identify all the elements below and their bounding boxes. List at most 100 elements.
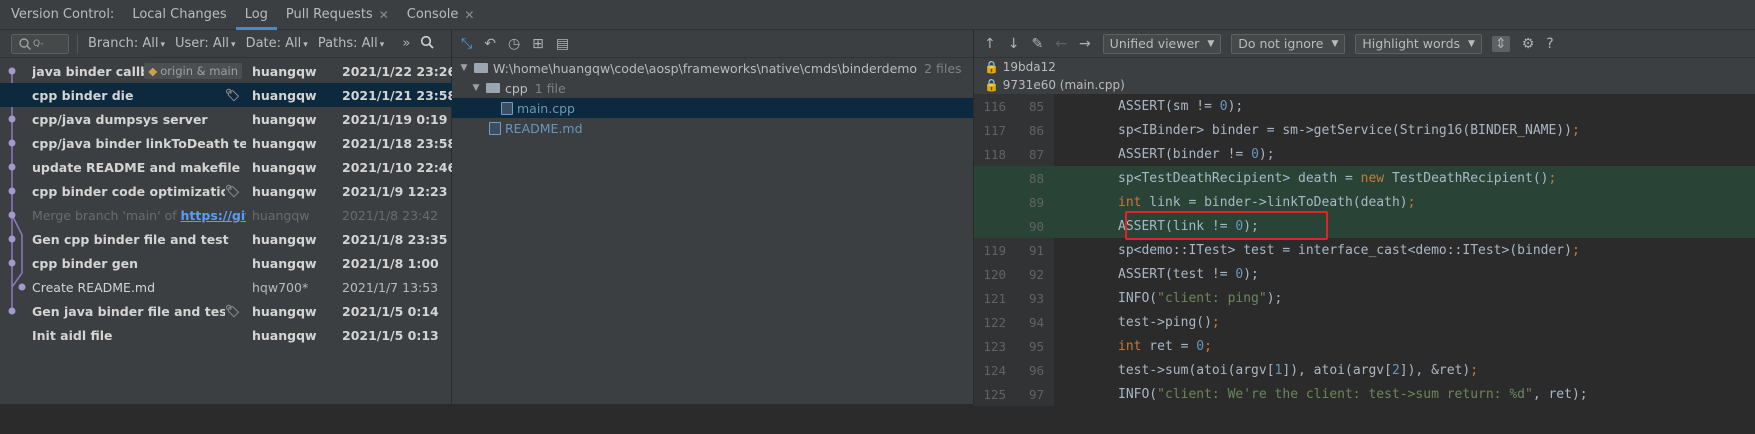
merge-message: Merge branch 'main' of [32,207,181,223]
line-gutter: 89 [974,190,1054,214]
viewer-label: Unified viewer [1109,36,1200,51]
group-by-icon[interactable]: ⊞ [532,36,544,52]
new-line-number: 90 [1028,218,1044,234]
left-revision: 🔒 19bda12 [984,58,1755,76]
edit-icon[interactable]: ✎ [1031,36,1043,52]
commit-row[interactable]: update README and makefile huangqw 2021/… [0,155,456,179]
more-actions-icon[interactable]: » [402,36,410,51]
collapse-arrows-icon[interactable]: ⤡ [461,36,472,52]
log-search-input[interactable]: Q- [11,33,69,54]
date-filter[interactable]: Date: All ▾ [246,36,308,51]
commit-row[interactable]: Gen java binder file and test 🏷 huangqw 2… [0,299,452,323]
diff-line: 119 91 sp<demo::ITest> test = interface_ca… [974,238,1755,262]
line-gutter: 122 94 [974,310,1054,334]
old-line-number: 125 [983,386,1006,402]
commit-row[interactable]: cpp/java dumpsys server huangqw 2021/1/1… [0,107,452,131]
code-text: ASSERT(sm != 0); [1118,98,1244,114]
collapse-unchanged-icon[interactable]: ⇕ [1491,35,1510,52]
old-line-number: 121 [983,290,1006,306]
commit-message: java binder callback ◆origin & main [32,63,246,79]
tree-file-selected[interactable]: main.cpp [452,98,973,118]
commit-row[interactable]: cpp/java binder linkToDeath test huangqw… [0,131,456,155]
user-filter[interactable]: User: All ▾ [175,36,236,51]
code-text: ASSERT(link != 0); [1118,218,1259,234]
new-line-number: 85 [1028,98,1044,114]
tab-console[interactable]: Console ✕ [398,0,484,30]
commit-row[interactable]: cpp binder code optimization 🏷 huangqw 20… [0,179,452,203]
diff-line: 121 93 INFO("client: ping"); [974,286,1755,310]
line-gutter: 90 [974,214,1054,238]
branch-filter[interactable]: Branch: All ▾ [88,36,165,51]
commit-author: huangqw [252,183,317,199]
branch-refs-badge: ◆ origin & main [144,63,242,79]
commit-message-text: java binder callback [32,63,144,79]
viewer-dropdown[interactable]: Unified viewer ▼ [1102,33,1222,54]
commit-row[interactable]: java binder callback ◆origin & main huan… [0,59,456,83]
arrow-right-icon[interactable]: → [1079,36,1091,52]
close-icon[interactable]: ✕ [379,8,389,22]
old-line-number: 119 [983,242,1006,258]
commit-date: 2021/1/18 23:58 [342,135,457,151]
lock-icon: 🔒 [984,60,999,74]
tab-label: Console [406,7,459,22]
line-gutter: 121 93 [974,286,1054,310]
diff-toolbar: ↑ ↓ ✎ ← → Unified viewer ▼ Do not ignore ▼… [974,30,1755,58]
commit-message-text: Gen java binder file and test [32,303,225,319]
code-text: int ret = 0; [1118,338,1212,354]
tree-file[interactable]: README.md [452,118,973,138]
line-gutter: 118 87 [974,142,1054,166]
commit-row[interactable]: Merge branch 'main' of https://github hu… [0,203,452,227]
diff-line-added: 90 ASSERT(link != 0); [974,214,1755,238]
commit-date: 2021/1/8 23:42 [342,207,439,223]
revert-icon[interactable]: ↶ [484,36,496,52]
tab-label: Local Changes [132,7,227,22]
commit-message: update README and makefile [32,160,246,175]
arrow-up-icon[interactable]: ↑ [984,36,996,52]
line-gutter: 119 91 [974,238,1054,262]
commit-message: cpp/java binder linkToDeath test [32,136,246,151]
new-line-number: 93 [1028,290,1044,306]
diff-line: 123 95 int ret = 0; [974,334,1755,358]
commit-row-selected[interactable]: cpp binder die 🏷 huangqw 2021/1/21 23:58 [0,83,456,107]
commit-row[interactable]: cpp binder gen huangqw 2021/1/8 1:00 [0,251,452,275]
commit-message: Gen cpp binder file and test [32,232,246,247]
vcs-tab-bar: Version Control: Local Changes Log Pull … [0,0,1755,30]
tree-root[interactable]: ▼ W:\home\huangqw\code\aosp\frameworks\n… [452,58,973,78]
arrow-left-icon[interactable]: ← [1055,36,1067,52]
root-path: W:\home\huangqw\code\aosp\frameworks\nat… [493,60,918,76]
commit-author: huangqw [252,159,317,175]
commit-date: 2021/1/9 12:23 [342,183,448,199]
diff-line-added: 88 sp<TestDeathRecipient> death = new Tes… [974,166,1755,190]
commit-author: huangqw [252,207,310,223]
commit-author: huangqw [252,63,317,79]
commit-message-text: Init aidl file [32,327,113,343]
ignore-dropdown[interactable]: Do not ignore ▼ [1231,33,1346,54]
close-icon[interactable]: ✕ [464,8,474,22]
chevron-down-icon: ▾ [160,40,166,50]
highlight-label: Highlight words [1362,36,1461,51]
new-line-number: 92 [1028,266,1044,282]
tab-pull-requests[interactable]: Pull Requests ✕ [277,0,398,30]
tab-local-changes[interactable]: Local Changes [123,0,235,30]
commit-row[interactable]: Init aidl file huangqw 2021/1/5 0:13 [0,323,452,347]
history-icon[interactable]: ◷ [508,36,520,52]
commit-author: huangqw [252,255,317,271]
old-line-number: 122 [983,314,1006,330]
arrow-down-icon[interactable]: ↓ [1008,36,1020,52]
highlight-dropdown[interactable]: Highlight words ▼ [1355,33,1482,54]
commit-row[interactable]: Create README.md hqw700* 2021/1/7 13:53 [0,275,452,299]
commit-link[interactable]: https://github [181,208,246,223]
ignore-label: Do not ignore [1238,36,1324,51]
gear-icon[interactable]: ⚙ [1522,36,1535,52]
paths-filter[interactable]: Paths: All ▾ [318,36,385,51]
commit-row[interactable]: Gen cpp binder file and test huangqw 202… [0,227,452,251]
tree-folder[interactable]: ▼ cpp 1 file [452,78,973,98]
search-icon[interactable] [420,35,434,53]
help-icon[interactable]: ? [1546,36,1553,52]
diff-line-added: 89 int link = binder->linkToDeath(death); [974,190,1755,214]
commit-author: hqw700* [252,279,309,295]
commit-date: 2021/1/8 1:00 [342,255,439,271]
layout-icon[interactable]: ▤ [556,36,569,52]
tab-log[interactable]: Log [235,0,277,30]
commit-message-text: update README and makefile [32,159,241,175]
